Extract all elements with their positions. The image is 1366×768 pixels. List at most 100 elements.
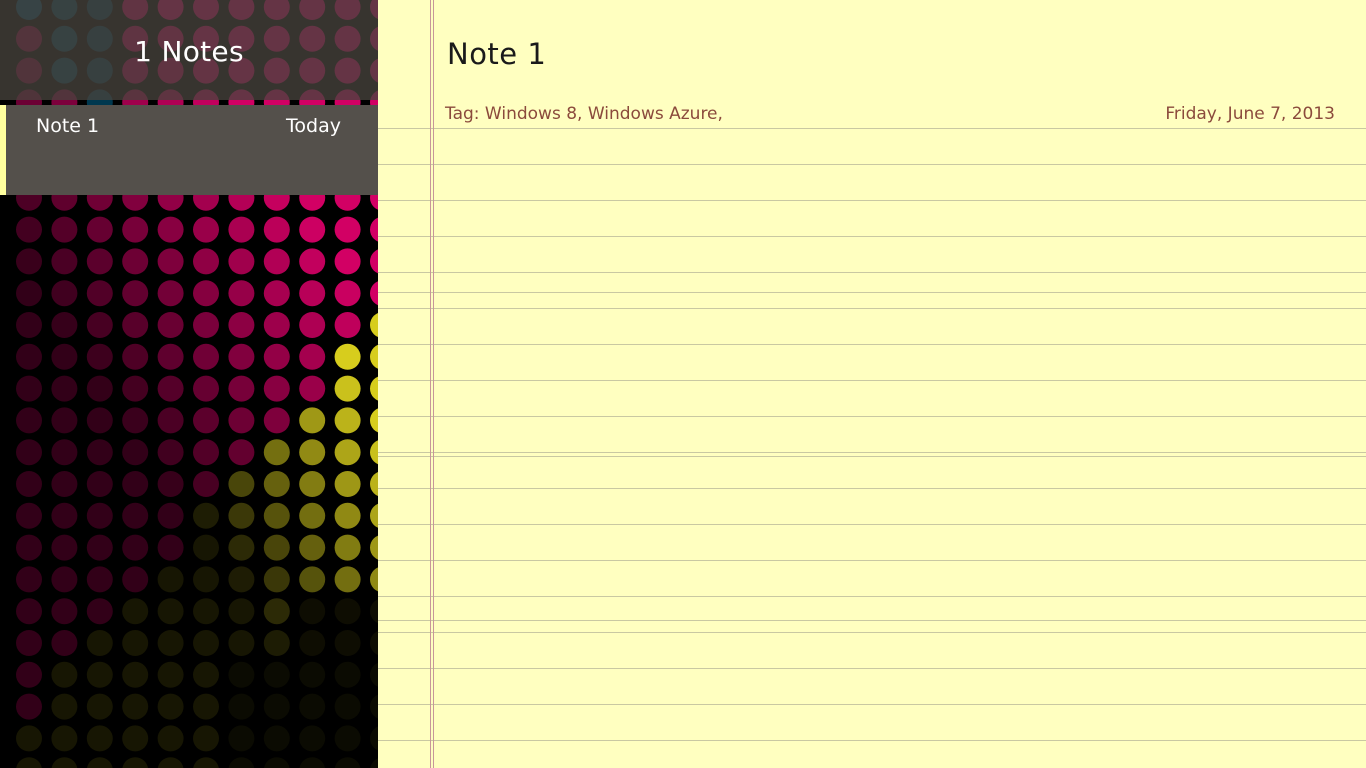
background-dot [370, 535, 378, 560]
background-dot [334, 534, 361, 561]
background-dot [228, 757, 255, 768]
background-dot [157, 566, 184, 593]
background-dot [263, 471, 290, 497]
background-dot [16, 280, 42, 307]
background-dot [334, 248, 361, 275]
notes-count-title: 1 Notes [134, 35, 244, 68]
background-dot [122, 407, 149, 434]
background-dot [16, 248, 42, 275]
background-dot [263, 693, 290, 720]
background-dot [228, 725, 255, 752]
note-body-editor[interactable] [445, 130, 1325, 750]
background-dot [263, 502, 290, 529]
background-dot [16, 725, 42, 752]
background-dot [263, 312, 290, 338]
background-dot [370, 376, 378, 401]
background-dot [122, 566, 149, 593]
background-dot [334, 439, 361, 466]
background-dot [228, 280, 255, 307]
background-dot [299, 343, 326, 370]
background-dot [370, 599, 378, 624]
background-dot [86, 630, 113, 656]
background-dot [86, 502, 113, 529]
background-dot [193, 693, 219, 720]
notes-app: 1 Notes Note 1 Today Note 1 Tag: Windows… [0, 0, 1366, 768]
background-dot [193, 725, 219, 752]
background-dot [122, 534, 149, 561]
background-dot [157, 598, 184, 625]
background-dot [370, 567, 378, 592]
background-dot [299, 439, 326, 466]
background-dot [334, 630, 361, 656]
background-dot [299, 661, 326, 688]
background-dot [122, 725, 149, 752]
background-dot [16, 566, 42, 593]
background-dot [86, 343, 113, 370]
background-dot [193, 312, 219, 338]
background-dot [263, 725, 290, 752]
background-dot [122, 248, 149, 275]
background-dot [334, 280, 361, 307]
background-dot [86, 248, 113, 275]
background-dot [263, 439, 290, 466]
background-dot [157, 471, 184, 497]
background-dot [370, 440, 378, 465]
background-dot [16, 407, 42, 434]
background-dot [16, 661, 42, 688]
background-dot [370, 758, 378, 768]
background-dot [157, 375, 184, 402]
background-dot [299, 248, 326, 275]
background-dot [334, 375, 361, 402]
background-dot [299, 630, 326, 656]
background-dot [193, 630, 219, 656]
note-tags[interactable]: Tag: Windows 8, Windows Azure, [445, 103, 723, 125]
background-dot [86, 598, 113, 625]
background-dot [228, 693, 255, 720]
background-dot [228, 471, 255, 497]
background-dot [193, 661, 219, 688]
background-dot [370, 694, 378, 719]
background-dot [16, 471, 42, 497]
background-dot [16, 757, 42, 768]
background-dot [334, 312, 361, 338]
background-dot [334, 502, 361, 529]
note-list-item-date: Today [286, 115, 341, 137]
background-dot [86, 216, 113, 243]
background-dot [370, 249, 378, 274]
background-dot [334, 661, 361, 688]
background-dot [157, 439, 184, 466]
notes-list-header: 1 Notes [0, 0, 378, 100]
background-dot [86, 439, 113, 466]
background-dot [299, 566, 326, 593]
background-dot [122, 343, 149, 370]
background-dot [299, 693, 326, 720]
background-dot [16, 534, 42, 561]
background-dot [370, 313, 378, 337]
background-dot [86, 725, 113, 752]
background-dot [193, 375, 219, 402]
background-dot [157, 312, 184, 338]
note-list-item[interactable]: Note 1 Today [0, 105, 378, 195]
background-dot [193, 216, 219, 243]
background-dot [370, 217, 378, 242]
background-dot [299, 312, 326, 338]
background-dot [193, 757, 219, 768]
background-dot [193, 502, 219, 529]
background-dot [193, 566, 219, 593]
background-dot [263, 216, 290, 243]
background-dot [228, 439, 255, 466]
background-dot [86, 375, 113, 402]
background-dot [157, 216, 184, 243]
background-dot [263, 343, 290, 370]
note-title[interactable]: Note 1 [447, 34, 546, 74]
background-dot [51, 757, 78, 768]
background-dot [157, 725, 184, 752]
background-dot [370, 408, 378, 433]
background-dot [51, 471, 78, 497]
background-dot [299, 757, 326, 768]
note-date: Friday, June 7, 2013 [1165, 104, 1335, 124]
note-list-item-title: Note 1 [36, 115, 100, 137]
background-dot [51, 343, 78, 370]
background-dot [263, 598, 290, 625]
background-dot [86, 693, 113, 720]
